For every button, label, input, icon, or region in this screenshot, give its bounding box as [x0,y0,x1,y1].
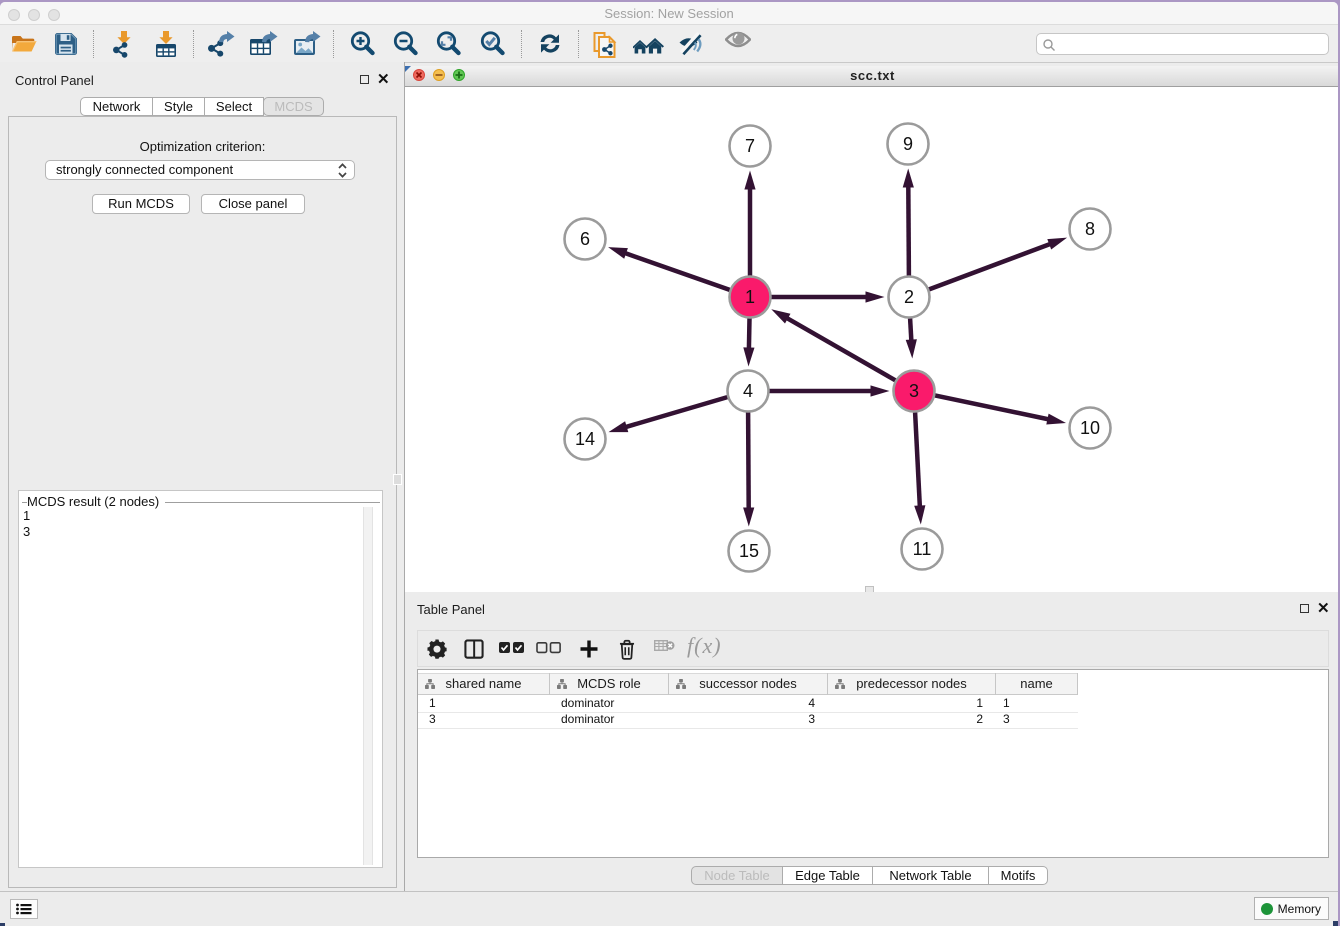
svg-text:4: 4 [743,381,753,401]
svg-text:11: 11 [913,539,932,559]
svg-text:7: 7 [745,136,755,156]
svg-text:3: 3 [909,381,919,401]
svg-text:2: 2 [904,287,914,307]
svg-text:1: 1 [745,287,755,307]
svg-text:9: 9 [903,134,913,154]
svg-text:6: 6 [580,229,590,249]
svg-text:14: 14 [575,429,595,449]
svg-text:10: 10 [1080,418,1100,438]
svg-text:8: 8 [1085,219,1095,239]
svg-text:15: 15 [739,541,759,561]
